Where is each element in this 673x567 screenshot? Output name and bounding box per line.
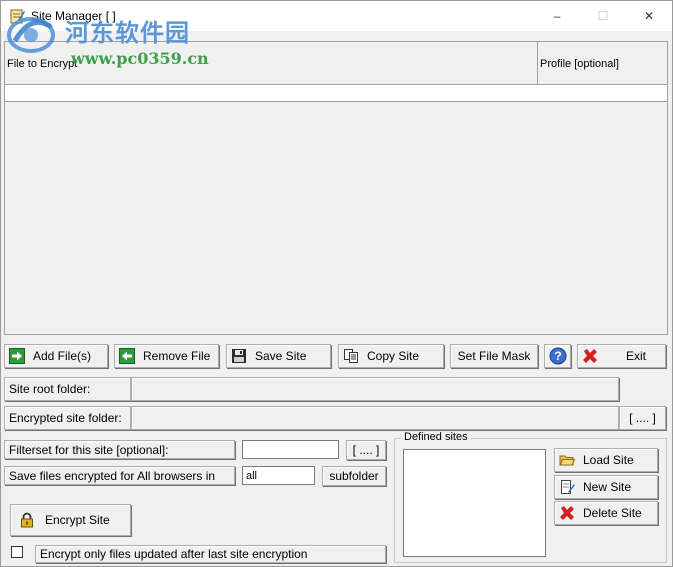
remove-file-button[interactable]: Remove File — [114, 344, 219, 368]
svg-text:?: ? — [554, 349, 561, 363]
close-button[interactable]: ✕ — [626, 1, 672, 31]
copy-site-label: Copy Site — [367, 349, 420, 363]
save-site-label: Save Site — [255, 349, 307, 363]
green-arrow-right-icon — [9, 348, 25, 364]
remove-file-label: Remove File — [143, 349, 211, 363]
new-site-button[interactable]: New Site — [554, 475, 658, 499]
padlock-icon — [21, 512, 33, 528]
filterset-browse-label: [ .... ] — [352, 443, 380, 457]
save-site-button[interactable]: Save Site — [226, 344, 331, 368]
exit-label: Exit — [626, 349, 647, 363]
copy-site-button[interactable]: Copy Site — [338, 344, 444, 368]
watermark-logo-icon — [7, 17, 55, 53]
new-site-label: New Site — [583, 480, 632, 494]
table-row[interactable] — [5, 85, 667, 102]
filterset-input[interactable] — [242, 440, 339, 459]
defined-sites-title: Defined sites — [401, 431, 471, 443]
encrypted-site-folder-label: Encrypted site folder: — [4, 406, 131, 430]
add-files-label: Add File(s) — [33, 349, 92, 363]
exit-button[interactable]: Exit — [577, 344, 666, 368]
column-header-profile[interactable]: Profile [optional] — [540, 58, 619, 70]
encrypt-only-updated-label[interactable]: Encrypt only files updated after last si… — [35, 545, 386, 563]
encrypt-site-label: Encrypt Site — [45, 513, 110, 527]
load-site-button[interactable]: Load Site — [554, 448, 658, 472]
copy-documents-icon — [344, 349, 358, 363]
watermark-url: www.pc0359.cn — [71, 49, 209, 68]
red-x-icon — [560, 506, 574, 520]
encrypted-folder-browse-label: [ .... ] — [629, 411, 656, 425]
encrypted-site-folder-field[interactable] — [131, 406, 619, 430]
delete-site-button[interactable]: Delete Site — [554, 501, 658, 525]
file-list[interactable]: File to Encrypt Profile [optional] — [4, 41, 668, 335]
filterset-label: Filterset for this site [optional]: — [4, 440, 235, 459]
encrypt-site-button[interactable]: Encrypt Site — [10, 504, 131, 536]
subfolder-button[interactable]: subfolder — [322, 466, 386, 486]
help-question-icon: ? — [549, 347, 566, 365]
set-file-mask-label: Set File Mask — [457, 349, 531, 363]
red-x-icon — [583, 349, 597, 363]
watermark-text: 河东软件园 — [65, 19, 190, 47]
defined-sites-list[interactable] — [403, 449, 546, 557]
save-files-label: Save files encrypted for All browsers in — [4, 466, 235, 485]
encrypted-folder-browse-button[interactable]: [ .... ] — [619, 406, 666, 430]
delete-site-label: Delete Site — [583, 506, 642, 520]
site-manager-window: Site Manager [ ] – ☐ ✕ File to Encrypt P… — [0, 0, 673, 567]
floppy-disk-icon — [232, 349, 246, 363]
encrypt-only-updated-checkbox[interactable] — [11, 546, 23, 558]
maximize-button[interactable]: ☐ — [580, 1, 626, 31]
green-arrow-left-icon — [119, 348, 135, 364]
add-files-button[interactable]: Add File(s) — [4, 344, 108, 368]
subfolder-label: subfolder — [329, 469, 379, 483]
minimize-button[interactable]: – — [534, 1, 580, 31]
filterset-browse-button[interactable]: [ .... ] — [346, 440, 386, 460]
new-document-pen-icon — [561, 480, 575, 494]
set-file-mask-button[interactable]: Set File Mask — [450, 344, 538, 368]
site-root-folder-label: Site root folder: — [4, 377, 131, 401]
browsers-subfolder-input[interactable] — [242, 466, 315, 485]
column-header-file[interactable]: File to Encrypt — [7, 58, 77, 70]
site-root-folder-field[interactable] — [131, 377, 619, 401]
load-site-label: Load Site — [583, 453, 634, 467]
folder-open-icon — [559, 455, 575, 466]
help-button[interactable]: ? — [544, 344, 571, 368]
